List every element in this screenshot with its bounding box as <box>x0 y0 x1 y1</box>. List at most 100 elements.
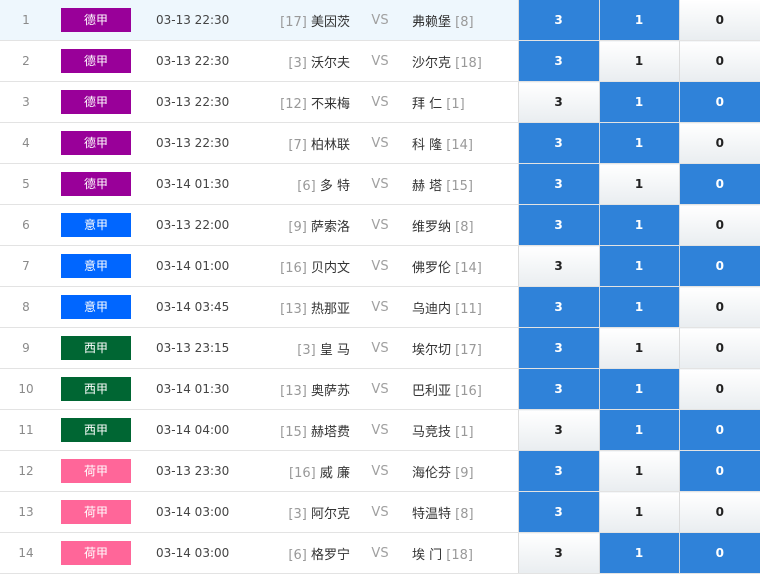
league-badge: 西甲 <box>61 418 131 442</box>
pick-draw-button[interactable]: 1 <box>598 245 679 287</box>
home-team: 多 特 <box>319 178 350 194</box>
home-team-cell: [13] 奥萨苏 <box>256 368 352 410</box>
league-badge: 荷甲 <box>61 459 131 483</box>
pick-win-button[interactable]: 3 <box>517 81 599 123</box>
match-row: 3 德甲 03-13 22:30 [12] 不来梅 VS 拜 仁 [1] 3 1… <box>0 81 760 123</box>
away-rank: [8] <box>455 14 474 30</box>
pick-draw-button[interactable]: 1 <box>598 163 679 205</box>
away-team-cell: 拜 仁 [1] <box>408 81 518 123</box>
match-time: 03-13 22:30 <box>140 81 256 123</box>
home-rank: [3] <box>297 342 316 358</box>
away-team-cell: 维罗纳 [8] <box>408 204 518 246</box>
away-team-cell: 巴利亚 [16] <box>408 368 518 410</box>
pick-draw-button[interactable]: 1 <box>598 368 679 410</box>
match-time: 03-14 03:45 <box>140 286 256 328</box>
league-badge: 德甲 <box>61 8 131 32</box>
home-team-cell: [3] 阿尔克 <box>256 491 352 533</box>
away-team: 巴利亚 <box>412 383 452 399</box>
pick-win-button[interactable]: 3 <box>517 0 599 41</box>
match-table: 1 德甲 03-13 22:30 [17] 美因茨 VS 弗赖堡 [8] 3 1… <box>0 0 760 574</box>
pick-lose-button[interactable]: 0 <box>678 204 760 246</box>
pick-win-button[interactable]: 3 <box>517 122 599 164</box>
home-team: 赫塔费 <box>310 424 350 440</box>
league-cell: 德甲 <box>52 40 140 82</box>
pick-win-button[interactable]: 3 <box>517 409 599 451</box>
pick-draw-button[interactable]: 1 <box>598 491 679 533</box>
league-cell: 荷甲 <box>52 491 140 533</box>
pick-draw-button[interactable]: 1 <box>598 286 679 328</box>
pick-draw-button[interactable]: 1 <box>598 327 679 369</box>
vs-label: VS <box>352 0 408 41</box>
league-badge: 荷甲 <box>61 500 131 524</box>
pick-win-button[interactable]: 3 <box>517 327 599 369</box>
pick-draw-button[interactable]: 1 <box>598 122 679 164</box>
home-team-cell: [7] 柏林联 <box>256 122 352 164</box>
away-team: 维罗纳 <box>412 219 452 235</box>
pick-win-button[interactable]: 3 <box>517 40 599 82</box>
pick-lose-button[interactable]: 0 <box>678 245 760 287</box>
pick-lose-button[interactable]: 0 <box>678 327 760 369</box>
away-rank: [11] <box>455 301 482 317</box>
pick-draw-button[interactable]: 1 <box>598 40 679 82</box>
pick-win-button[interactable]: 3 <box>517 491 599 533</box>
match-row: 11 西甲 03-14 04:00 [15] 赫塔费 VS 马竞技 [1] 3 … <box>0 409 760 451</box>
pick-draw-button[interactable]: 1 <box>598 0 679 41</box>
row-number: 10 <box>0 368 52 410</box>
away-team-cell: 马竞技 [1] <box>408 409 518 451</box>
pick-lose-button[interactable]: 0 <box>678 368 760 410</box>
pick-lose-button[interactable]: 0 <box>678 163 760 205</box>
away-team: 马竞技 <box>412 424 452 440</box>
pick-draw-button[interactable]: 1 <box>598 532 679 574</box>
pick-lose-button[interactable]: 0 <box>678 450 760 492</box>
pick-draw-button[interactable]: 1 <box>598 204 679 246</box>
home-rank: [16] <box>280 260 307 276</box>
away-rank: [16] <box>455 383 482 399</box>
pick-draw-button[interactable]: 1 <box>598 81 679 123</box>
league-badge: 德甲 <box>61 90 131 114</box>
pick-win-button[interactable]: 3 <box>517 286 599 328</box>
home-team-cell: [15] 赫塔费 <box>256 409 352 451</box>
vs-label: VS <box>352 450 408 492</box>
away-team-cell: 科 隆 [14] <box>408 122 518 164</box>
home-rank: [3] <box>288 55 307 71</box>
away-rank: [9] <box>455 465 474 481</box>
league-cell: 德甲 <box>52 0 140 41</box>
vs-label: VS <box>352 40 408 82</box>
match-row: 14 荷甲 03-14 03:00 [6] 格罗宁 VS 埃 门 [18] 3 … <box>0 532 760 574</box>
pick-lose-button[interactable]: 0 <box>678 491 760 533</box>
match-time: 03-14 01:30 <box>140 163 256 205</box>
away-team-cell: 海伦芬 [9] <box>408 450 518 492</box>
pick-lose-button[interactable]: 0 <box>678 0 760 41</box>
home-team-cell: [12] 不来梅 <box>256 81 352 123</box>
away-team-cell: 埃尔切 [17] <box>408 327 518 369</box>
pick-lose-button[interactable]: 0 <box>678 409 760 451</box>
away-rank: [8] <box>455 219 474 235</box>
pick-lose-button[interactable]: 0 <box>678 532 760 574</box>
row-number: 6 <box>0 204 52 246</box>
league-cell: 荷甲 <box>52 450 140 492</box>
pick-win-button[interactable]: 3 <box>517 368 599 410</box>
pick-draw-button[interactable]: 1 <box>598 409 679 451</box>
pick-draw-button[interactable]: 1 <box>598 450 679 492</box>
away-team: 沙尔克 <box>412 55 452 71</box>
pick-lose-button[interactable]: 0 <box>678 286 760 328</box>
home-team: 阿尔克 <box>310 506 350 522</box>
league-badge: 西甲 <box>61 377 131 401</box>
pick-win-button[interactable]: 3 <box>517 204 599 246</box>
away-team: 埃尔切 <box>412 342 452 358</box>
pick-lose-button[interactable]: 0 <box>678 81 760 123</box>
pick-win-button[interactable]: 3 <box>517 450 599 492</box>
home-rank: [9] <box>288 219 307 235</box>
home-team: 热那亚 <box>310 301 350 317</box>
away-rank: [1] <box>455 424 474 440</box>
pick-lose-button[interactable]: 0 <box>678 122 760 164</box>
vs-label: VS <box>352 532 408 574</box>
away-rank: [18] <box>455 55 482 71</box>
pick-win-button[interactable]: 3 <box>517 245 599 287</box>
match-time: 03-14 03:00 <box>140 532 256 574</box>
match-row: 5 德甲 03-14 01:30 [6] 多 特 VS 赫 塔 [15] 3 1… <box>0 163 760 205</box>
pick-win-button[interactable]: 3 <box>517 163 599 205</box>
pick-win-button[interactable]: 3 <box>517 532 599 574</box>
pick-lose-button[interactable]: 0 <box>678 40 760 82</box>
home-rank: [13] <box>280 383 307 399</box>
